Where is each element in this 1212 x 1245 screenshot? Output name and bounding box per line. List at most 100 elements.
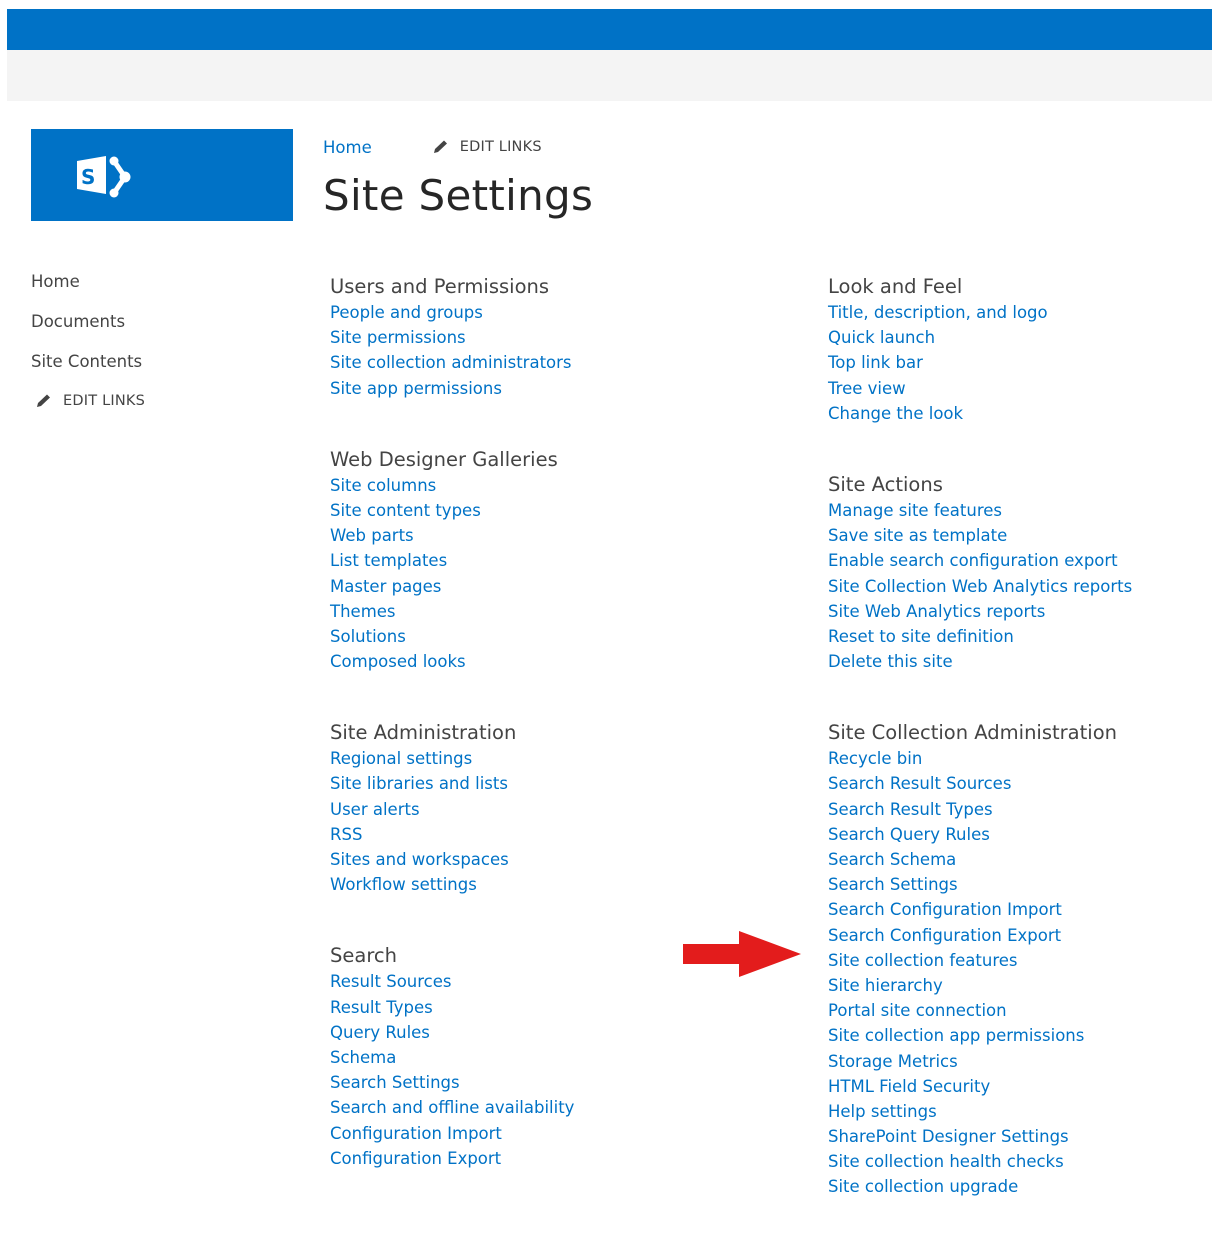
top-edit-links-button[interactable]: EDIT LINKS (432, 139, 542, 155)
settings-list-item: Site hierarchy (828, 973, 1132, 998)
settings-link[interactable]: List templates (330, 551, 447, 570)
settings-list-item: Configuration Export (330, 1146, 574, 1171)
breadcrumb: Home EDIT LINKS (323, 136, 542, 158)
section-site-collection-administration: Site Collection Administration Recycle b… (828, 719, 1132, 1199)
settings-list-item: Site permissions (330, 325, 574, 350)
settings-link[interactable]: Storage Metrics (828, 1052, 958, 1071)
settings-link[interactable]: Site libraries and lists (330, 774, 508, 793)
settings-list-item: Title, description, and logo (828, 300, 1132, 325)
settings-link[interactable]: Change the look (828, 404, 963, 423)
section-search: Search Result Sources Result Types Query R… (330, 942, 574, 1171)
settings-link[interactable]: Search Result Sources (828, 774, 1011, 793)
settings-link[interactable]: Top link bar (828, 353, 923, 372)
settings-link[interactable]: SharePoint Designer Settings (828, 1127, 1069, 1146)
settings-link[interactable]: Site collection health checks (828, 1152, 1064, 1171)
settings-link[interactable]: Search Schema (828, 850, 956, 869)
settings-link[interactable]: Result Types (330, 998, 433, 1017)
settings-link[interactable]: Manage site features (828, 501, 1002, 520)
settings-link[interactable]: Reset to site definition (828, 627, 1014, 646)
settings-link[interactable]: Site columns (330, 476, 436, 495)
left-navigation: Home Documents Site Contents EDIT LINKS (31, 270, 145, 409)
settings-link[interactable]: Master pages (330, 577, 441, 596)
section-heading: Web Designer Galleries (330, 447, 558, 471)
settings-list-item: Search Settings (828, 872, 1132, 897)
settings-link[interactable]: Regional settings (330, 749, 472, 768)
settings-list-item: Search Result Sources (828, 771, 1132, 796)
settings-link[interactable]: Search Query Rules (828, 825, 990, 844)
left-nav-edit-links-button[interactable]: EDIT LINKS (35, 393, 145, 409)
nav-item-site-contents[interactable]: Site Contents (31, 350, 145, 390)
settings-link[interactable]: Site collection app permissions (828, 1026, 1084, 1045)
settings-link[interactable]: Configuration Import (330, 1124, 502, 1143)
settings-link[interactable]: HTML Field Security (828, 1077, 990, 1096)
settings-column-left: Users and Permissions People and groups S… (330, 273, 574, 1216)
settings-link[interactable]: Recycle bin (828, 749, 922, 768)
breadcrumb-home-link[interactable]: Home (323, 138, 372, 157)
settings-list-item: Storage Metrics (828, 1049, 1132, 1074)
settings-link[interactable]: Site collection administrators (330, 353, 572, 372)
nav-item-home[interactable]: Home (31, 270, 145, 310)
svg-text:S: S (81, 165, 95, 189)
section-heading: Look and Feel (828, 275, 963, 298)
settings-link[interactable]: Save site as template (828, 526, 1007, 545)
nav-item-documents[interactable]: Documents (31, 310, 145, 350)
settings-link[interactable]: Title, description, and logo (828, 303, 1048, 322)
settings-link[interactable]: Search Result Types (828, 800, 993, 819)
settings-list-item: Site libraries and lists (330, 771, 574, 796)
settings-link[interactable]: Search Configuration Export (828, 926, 1061, 945)
settings-link[interactable]: Search Settings (828, 875, 958, 894)
settings-link[interactable]: Schema (330, 1048, 396, 1067)
settings-column-right: Look and Feel Title, description, and lo… (828, 273, 1132, 1245)
section-site-actions: Site Actions Manage site features Save si… (828, 471, 1132, 674)
settings-list-item: HTML Field Security (828, 1074, 1132, 1099)
settings-link[interactable]: Result Sources (330, 972, 452, 991)
settings-link[interactable]: Query Rules (330, 1023, 430, 1042)
section-site-administration: Site Administration Regional settings Sit… (330, 719, 574, 897)
settings-link[interactable]: Help settings (828, 1102, 937, 1121)
settings-link[interactable]: Site Web Analytics reports (828, 602, 1045, 621)
settings-list-item: Search and offline availability (330, 1095, 574, 1120)
section-heading: Site Administration (330, 721, 517, 745)
settings-link[interactable]: Solutions (330, 627, 406, 646)
settings-link[interactable]: Search and offline availability (330, 1098, 574, 1117)
settings-list-item: Portal site connection (828, 998, 1132, 1023)
settings-link[interactable]: Web parts (330, 526, 414, 545)
settings-link[interactable]: Site permissions (330, 328, 466, 347)
settings-link[interactable]: Delete this site (828, 652, 953, 671)
settings-link[interactable]: Quick launch (828, 328, 935, 347)
settings-link[interactable]: Site collection features (828, 951, 1018, 970)
settings-link[interactable]: Site hierarchy (828, 976, 943, 995)
settings-link-list: People and groups Site permissions Site co… (330, 300, 574, 401)
settings-link[interactable]: Workflow settings (330, 875, 477, 894)
pencil-icon (433, 140, 447, 153)
settings-link[interactable]: Enable search configuration export (828, 551, 1118, 570)
settings-list-item: Composed looks (330, 649, 574, 674)
settings-list-item: RSS (330, 822, 574, 847)
settings-link[interactable]: Site content types (330, 501, 481, 520)
settings-link[interactable]: Composed looks (330, 652, 466, 671)
section-look-and-feel: Look and Feel Title, description, and lo… (828, 273, 1132, 426)
settings-link[interactable]: RSS (330, 825, 362, 844)
settings-list-item: List templates (330, 548, 574, 573)
settings-list-item: Schema (330, 1045, 574, 1070)
edit-links-label: EDIT LINKS (459, 139, 542, 155)
settings-link[interactable]: Tree view (828, 379, 906, 398)
settings-link-list: Recycle bin Search Result Sources Search R… (828, 746, 1132, 1199)
settings-list-item: Save site as template (828, 523, 1132, 548)
settings-link[interactable]: People and groups (330, 303, 483, 322)
site-logo[interactable]: S (31, 129, 293, 221)
settings-link[interactable]: Site collection upgrade (828, 1177, 1018, 1196)
settings-link[interactable]: Site Collection Web Analytics reports (828, 577, 1132, 596)
settings-link[interactable]: Search Settings (330, 1073, 460, 1092)
settings-link[interactable]: Sites and workspaces (330, 850, 509, 869)
settings-link[interactable]: Themes (330, 602, 396, 621)
settings-link[interactable]: Configuration Export (330, 1149, 501, 1168)
settings-link[interactable]: Site app permissions (330, 379, 502, 398)
settings-link[interactable]: User alerts (330, 800, 420, 819)
settings-list-item: Search Query Rules (828, 822, 1132, 847)
settings-list-item: Solutions (330, 624, 574, 649)
settings-link-list: Result Sources Result Types Query Rules Sch… (330, 969, 574, 1171)
section-heading: Site Collection Administration (828, 721, 1117, 745)
settings-link[interactable]: Search Configuration Import (828, 900, 1062, 919)
settings-link[interactable]: Portal site connection (828, 1001, 1007, 1020)
